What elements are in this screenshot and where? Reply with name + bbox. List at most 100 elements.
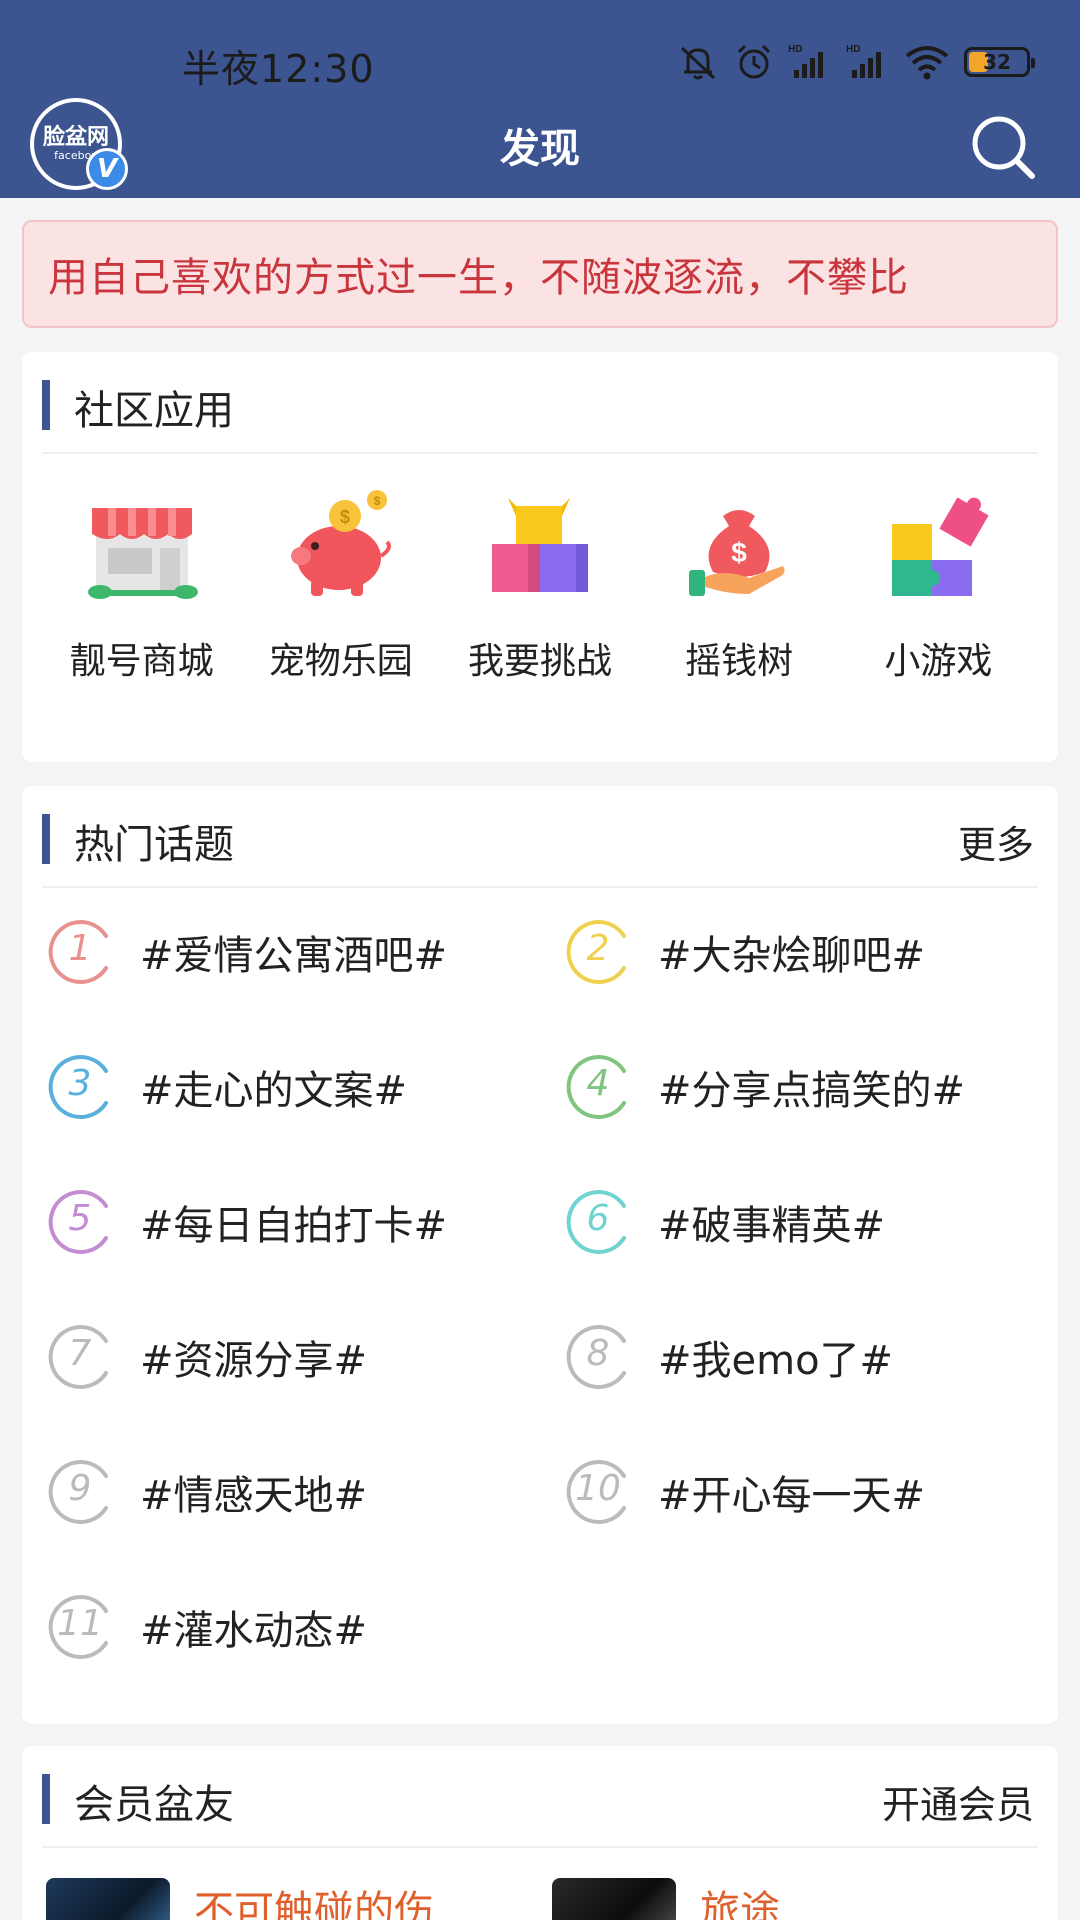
app-grid: 靓号商城 $ $ 宠物乐园 我要挑战 $ 摇钱树 小游戏 <box>22 454 1058 684</box>
hot-topics-more-link[interactable]: 更多 <box>958 814 1034 869</box>
svg-text:$: $ <box>373 494 380 508</box>
hot-topic-item[interactable]: 3 #走心的文案# <box>42 1047 542 1127</box>
puzzle-icon <box>892 497 989 596</box>
rank-badge: 8 <box>560 1319 636 1395</box>
rank-number: 7 <box>68 1333 92 1374</box>
notice-banner: 用自己喜欢的方式过一生，不随波逐流，不攀比 <box>22 220 1058 328</box>
rank-badge: 11 <box>42 1589 118 1665</box>
hot-topic-text: #爱情公寓酒吧# <box>140 933 448 979</box>
section-accent-bar <box>42 814 50 864</box>
app-challenge[interactable]: 我要挑战 <box>445 486 635 684</box>
rank-number: 11 <box>57 1603 103 1644</box>
battery-level: 32 <box>983 50 1011 74</box>
section-accent-bar <box>42 1774 50 1824</box>
rank-number: 4 <box>586 1063 610 1104</box>
hot-topics-card: 热门话题 更多 1 #爱情公寓酒吧# 2 #大杂烩聊吧# 3 #走心的文案# 4 #分享点搞笑… <box>22 786 1058 1724</box>
svg-text:$: $ <box>731 537 747 568</box>
mute-bell-icon <box>680 46 716 80</box>
hot-topic-item[interactable]: 2 #大杂烩聊吧# <box>560 912 1060 992</box>
svg-text:HD: HD <box>846 44 860 55</box>
section-accent-bar <box>42 380 50 430</box>
rank-number: 6 <box>586 1198 610 1239</box>
rank-badge: 4 <box>560 1049 636 1125</box>
signal-hd-icon-2: HD <box>846 44 881 78</box>
hot-topic-text: #破事精英# <box>658 1203 886 1249</box>
rank-badge: 5 <box>42 1184 118 1260</box>
member-item[interactable]: 不可触碰的伤 <box>46 1878 434 1920</box>
rank-badge: 7 <box>42 1319 118 1395</box>
open-membership-link[interactable]: 开通会员 <box>882 1774 1034 1829</box>
status-icons: HD HD 32 <box>676 40 1035 84</box>
member-item[interactable]: 旅途 <box>552 1878 780 1920</box>
app-label: 我要挑战 <box>467 641 612 682</box>
community-apps-card: 社区应用 靓号商城 $ $ 宠物乐园 我要挑战 $ 摇钱树 小游戏 <box>22 352 1058 762</box>
member-friends-header: 会员盆友 开通会员 <box>42 1746 1038 1848</box>
rank-number: 9 <box>68 1468 92 1509</box>
search-icon[interactable] <box>968 112 1040 184</box>
rank-badge: 9 <box>42 1454 118 1530</box>
community-apps-header: 社区应用 <box>42 352 1038 454</box>
rank-number: 1 <box>68 928 92 969</box>
hot-topic-item[interactable]: 8 #我emo了# <box>560 1317 1060 1397</box>
signal-hd-icon: HD <box>788 44 823 78</box>
hot-topic-item[interactable]: 6 #破事精英# <box>560 1182 1060 1262</box>
hot-topics-title: 热门话题 <box>74 822 234 868</box>
hot-topics-list: 1 #爱情公寓酒吧# 2 #大杂烩聊吧# 3 #走心的文案# 4 #分享点搞笑的# 5 #每日自拍… <box>22 888 1058 1659</box>
top-bar: 半夜12:30 HD HD 32 脸盆网 facebov V 发现 <box>0 0 1080 198</box>
svg-text:HD: HD <box>788 44 802 55</box>
hot-topic-item[interactable]: 11 #灌水动态# <box>42 1587 542 1667</box>
member-friends-title: 会员盆友 <box>74 1782 234 1828</box>
boxes-icon <box>491 498 588 592</box>
rank-number: 3 <box>68 1063 92 1104</box>
hot-topic-item[interactable]: 4 #分享点搞笑的# <box>560 1047 1060 1127</box>
hot-topic-text: #分享点搞笑的# <box>658 1068 966 1114</box>
rank-badge: 6 <box>560 1184 636 1260</box>
member-avatar <box>46 1878 170 1920</box>
rank-badge: 1 <box>42 914 118 990</box>
app-label: 宠物乐园 <box>268 641 413 682</box>
app-label: 小游戏 <box>884 641 993 682</box>
member-friends-card: 会员盆友 开通会员 不可触碰的伤 旅途 <box>22 1746 1058 1920</box>
wifi-icon <box>905 46 949 80</box>
app-store[interactable]: 靓号商城 <box>47 486 237 684</box>
rank-badge: 3 <box>42 1049 118 1125</box>
status-time: 半夜12:30 <box>182 47 375 91</box>
hot-topic-item[interactable]: 10 #开心每一天# <box>560 1452 1060 1532</box>
notice-text: 用自己喜欢的方式过一生，不随波逐流，不攀比 <box>48 255 909 301</box>
hot-topic-item[interactable]: 5 #每日自拍打卡# <box>42 1182 542 1262</box>
store-icon <box>87 508 198 599</box>
member-avatar <box>552 1878 676 1920</box>
page-title: 发现 <box>500 126 580 172</box>
hot-topic-text: #情感天地# <box>140 1473 368 1519</box>
hot-topic-text: #大杂烩聊吧# <box>658 933 926 979</box>
hot-topic-text: #我emo了# <box>658 1338 894 1384</box>
rank-number: 5 <box>68 1198 92 1239</box>
rank-badge: 10 <box>560 1454 636 1530</box>
hot-topic-text: #灌水动态# <box>140 1608 368 1654</box>
svg-text:$: $ <box>340 507 350 527</box>
hot-topic-text: #资源分享# <box>140 1338 368 1384</box>
member-name: 不可触碰的伤 <box>194 1888 434 1920</box>
hot-topics-header: 热门话题 更多 <box>42 786 1038 888</box>
app-label: 靓号商城 <box>69 641 214 682</box>
rank-badge: 2 <box>560 914 636 990</box>
rank-number: 10 <box>575 1468 621 1509</box>
hot-topic-text: #每日自拍打卡# <box>140 1203 448 1249</box>
battery-indicator: 32 <box>964 47 1035 77</box>
money-bag-icon: $ <box>689 510 785 596</box>
app-pet-park[interactable]: $ $ 宠物乐园 <box>246 486 436 684</box>
piggy-bank-icon: $ $ <box>290 490 391 596</box>
app-mini-games[interactable]: 小游戏 <box>843 486 1033 684</box>
member-list: 不可触碰的伤 旅途 <box>22 1848 1058 1920</box>
hot-topic-item[interactable]: 1 #爱情公寓酒吧# <box>42 912 542 992</box>
community-apps-title: 社区应用 <box>74 388 234 434</box>
hot-topic-text: #开心每一天# <box>658 1473 926 1519</box>
rank-number: 8 <box>586 1333 610 1374</box>
member-name: 旅途 <box>700 1888 780 1920</box>
alarm-icon <box>737 44 771 79</box>
app-money-tree[interactable]: $ 摇钱树 <box>644 486 834 684</box>
hot-topic-item[interactable]: 7 #资源分享# <box>42 1317 542 1397</box>
hot-topic-text: #走心的文案# <box>140 1068 408 1114</box>
hot-topic-item[interactable]: 9 #情感天地# <box>42 1452 542 1532</box>
app-label: 摇钱树 <box>685 641 794 682</box>
